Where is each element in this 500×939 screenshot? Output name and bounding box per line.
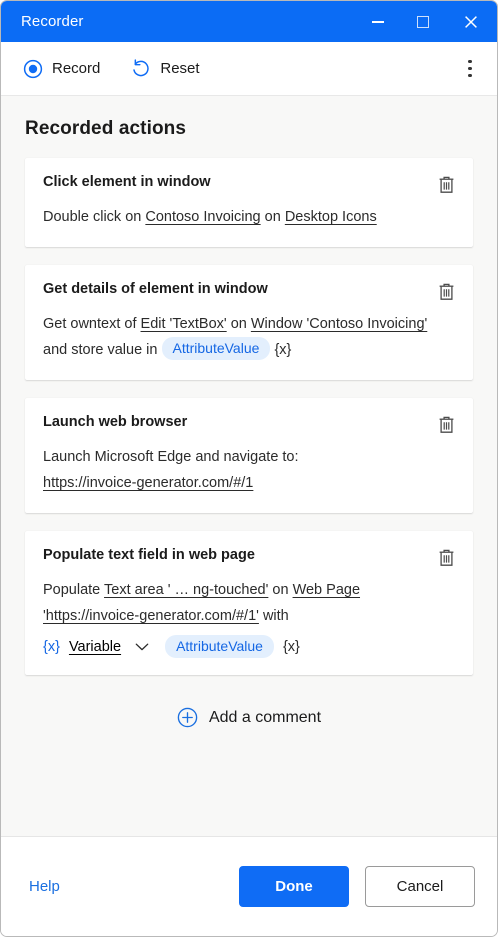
variable-token-icon: {x}	[43, 638, 60, 655]
action-card-body: Get owntext of Edit 'TextBox' on Window …	[43, 311, 455, 363]
recorder-window: Recorder Record Reset Recorded actions C…	[0, 0, 498, 937]
reset-button[interactable]: Reset	[120, 54, 209, 83]
maximize-icon	[416, 15, 429, 28]
chevron-down-icon[interactable]	[132, 637, 152, 657]
window-controls	[355, 1, 497, 42]
action-card-title: Click element in window	[43, 174, 211, 190]
minimize-button[interactable]	[355, 1, 400, 42]
trash-icon	[439, 549, 453, 566]
variable-selector-row: {x} Variable AttributeValue {x}	[43, 635, 455, 658]
close-button[interactable]	[445, 1, 497, 42]
action-parent-link[interactable]: Window 'Contoso Invoicing'	[251, 316, 427, 332]
action-text-pre: Get owntext of	[43, 316, 137, 332]
action-card-title: Populate text field in web page	[43, 547, 255, 563]
action-card-body: Populate Text area ' … ng-touched' on We…	[43, 577, 455, 629]
trash-icon	[439, 283, 453, 300]
action-parent-link[interactable]: Desktop Icons	[285, 209, 377, 225]
record-label: Record	[52, 60, 101, 77]
delete-action-button[interactable]	[433, 544, 459, 570]
action-target-link[interactable]: Text area ' … ng-touched'	[104, 582, 268, 598]
maximize-button[interactable]	[400, 1, 445, 42]
close-icon	[465, 15, 477, 28]
delete-action-button[interactable]	[433, 278, 459, 304]
trash-icon	[439, 416, 453, 433]
variable-type-label[interactable]: Variable	[69, 639, 121, 655]
action-target-link[interactable]: Edit 'TextBox'	[141, 316, 227, 332]
content-area: Recorded actions Click element in window…	[1, 96, 497, 836]
delete-action-button[interactable]	[433, 411, 459, 437]
footer-bar: Help Done Cancel	[1, 836, 497, 936]
action-text-mid: on	[272, 582, 289, 598]
title-bar: Recorder	[1, 1, 497, 42]
variable-token: {x}	[274, 342, 292, 358]
plus-circle-icon	[177, 707, 198, 728]
minimize-icon	[371, 20, 384, 23]
action-text-with: with	[262, 608, 289, 624]
kebab-dot	[468, 66, 472, 71]
action-text-pre: Double click on	[43, 209, 142, 225]
page-title: Recorded actions	[25, 118, 187, 139]
variable-pill[interactable]: AttributeValue	[165, 635, 274, 658]
more-options-button[interactable]	[457, 54, 483, 84]
help-link[interactable]: Help	[29, 878, 60, 895]
add-comment-label: Add a comment	[208, 708, 322, 726]
record-icon	[23, 59, 43, 78]
action-text-mid: on	[264, 209, 281, 225]
action-card[interactable]: Click element in window Double click on …	[25, 158, 473, 247]
kebab-dot	[468, 74, 472, 78]
toolbar: Record Reset	[1, 42, 497, 96]
window-title: Recorder	[21, 13, 84, 30]
action-card[interactable]: Get details of element in window Get own…	[25, 265, 473, 380]
action-text-store: and store value in	[43, 342, 158, 358]
kebab-dot	[468, 59, 472, 63]
record-button[interactable]: Record	[13, 55, 110, 83]
add-comment-button[interactable]: Add a comment	[25, 693, 473, 748]
action-target-link[interactable]: Contoso Invoicing	[145, 209, 260, 225]
action-card[interactable]: Populate text field in web page Populate…	[25, 531, 473, 675]
action-card-title: Launch web browser	[43, 414, 188, 430]
reset-label: Reset	[160, 60, 200, 77]
trash-icon	[439, 176, 453, 193]
action-card[interactable]: Launch web browser Launch Microsoft Edge…	[25, 398, 473, 513]
action-card-title: Get details of element in window	[43, 281, 268, 297]
variable-pill[interactable]: AttributeValue	[161, 337, 271, 360]
action-text-mid: on	[230, 316, 247, 332]
variable-token: {x}	[282, 638, 300, 655]
action-card-body: Launch Microsoft Edge and navigate to: h…	[43, 444, 455, 496]
done-button[interactable]: Done	[239, 866, 349, 907]
cancel-button[interactable]: Cancel	[365, 866, 475, 907]
footer-actions: Done Cancel	[239, 866, 475, 907]
reset-icon	[133, 59, 150, 77]
launch-text: Launch Microsoft Edge and navigate to:	[43, 449, 299, 465]
delete-action-button[interactable]	[433, 171, 459, 197]
action-card-body: Double click on Contoso Invoicing on Des…	[43, 204, 455, 230]
action-text-pre: Populate	[43, 582, 101, 598]
recorded-actions-list: Click element in window Double click on …	[1, 140, 497, 748]
navigate-url-link[interactable]: https://invoice-generator.com/#/1	[43, 475, 253, 491]
